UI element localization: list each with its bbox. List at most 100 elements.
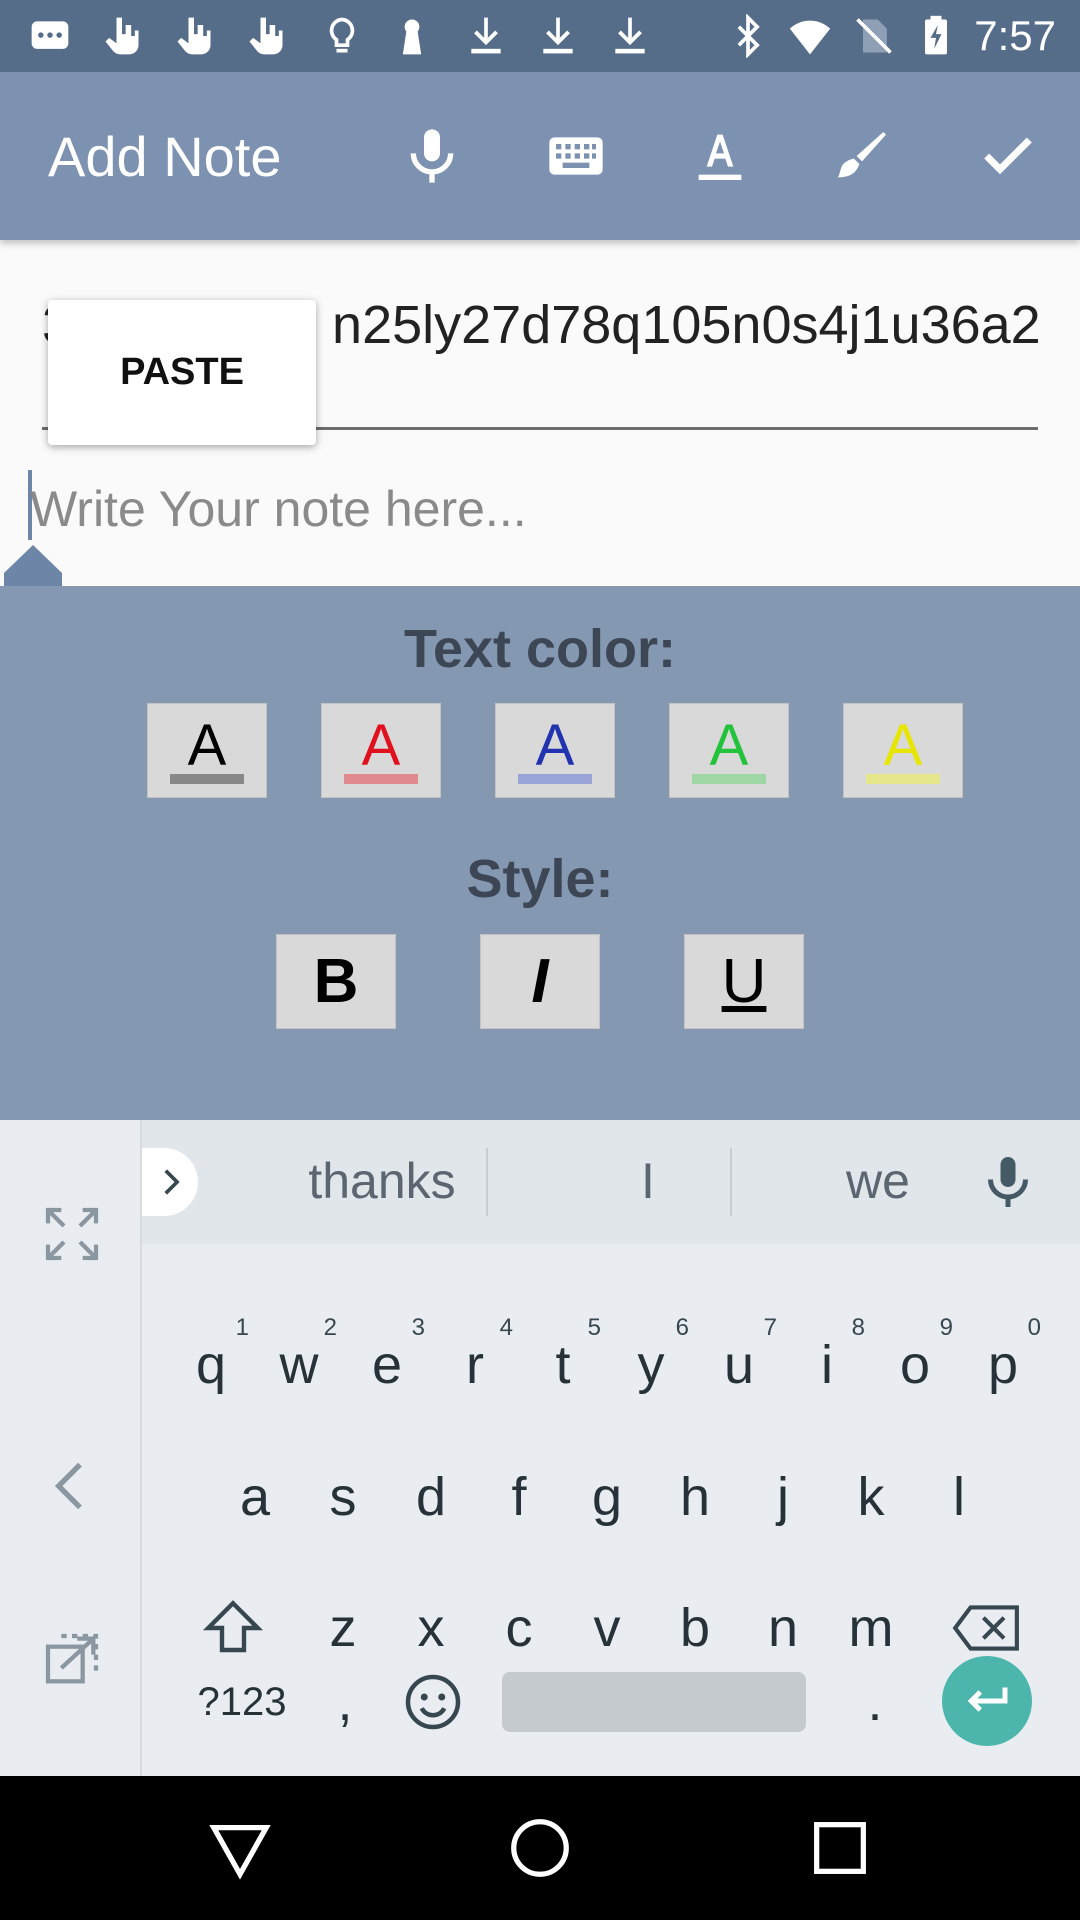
chevron-left-icon	[54, 1462, 82, 1510]
open-external-icon	[45, 1633, 99, 1684]
key-l[interactable]: l	[915, 1442, 1003, 1552]
key-c[interactable]: c	[475, 1573, 563, 1683]
key-label: y	[637, 1335, 665, 1395]
key-s[interactable]: s	[299, 1442, 387, 1552]
key-a[interactable]: a	[211, 1442, 299, 1552]
period-key[interactable]: .	[832, 1647, 918, 1757]
key-hint: 1	[235, 1314, 249, 1341]
key-hint: 8	[851, 1314, 865, 1341]
emoji-key[interactable]	[388, 1647, 478, 1757]
color-green-button[interactable]: A	[669, 703, 789, 798]
paste-button[interactable]: PASTE	[48, 300, 316, 445]
key-hint: 7	[763, 1314, 777, 1341]
suggestion-divider	[730, 1148, 732, 1216]
key-t[interactable]: t5	[519, 1310, 607, 1420]
color-black-button[interactable]: A	[147, 703, 267, 798]
recents-square-icon	[814, 1822, 866, 1874]
color-red-button[interactable]: A	[321, 703, 441, 798]
expand-suggestions-button[interactable]	[142, 1148, 198, 1216]
key-i[interactable]: i8	[783, 1310, 871, 1420]
battery-charging-icon	[914, 14, 958, 58]
key-hint: 3	[411, 1314, 425, 1341]
back-button[interactable]	[30, 1444, 114, 1528]
key-b[interactable]: b	[651, 1573, 739, 1683]
space-key[interactable]	[502, 1672, 806, 1732]
symbols-key[interactable]: ?123	[180, 1647, 304, 1757]
status-time: 7:57	[974, 12, 1056, 59]
bluetooth-icon	[726, 14, 770, 58]
color-letter: A	[883, 713, 923, 778]
nav-home-button[interactable]	[498, 1806, 582, 1890]
save-button[interactable]	[968, 116, 1048, 196]
color-underline	[170, 774, 244, 784]
key-q[interactable]: q1	[167, 1310, 255, 1420]
key-hint: 6	[675, 1314, 689, 1341]
color-letter: A	[535, 713, 575, 778]
text-color-icon	[698, 134, 742, 180]
navigation-bar	[0, 1776, 1080, 1920]
text-color-heading: Text color:	[403, 619, 677, 679]
suggestion-item[interactable]: I	[548, 1152, 748, 1210]
color-letter: A	[187, 713, 227, 778]
key-e[interactable]: e3	[343, 1310, 431, 1420]
key-f[interactable]: f	[475, 1442, 563, 1552]
underline-button[interactable]: U	[684, 934, 804, 1029]
bold-button[interactable]: B	[276, 934, 396, 1029]
text-color-button[interactable]	[680, 116, 760, 196]
voice-typing-button[interactable]	[978, 1150, 1038, 1214]
style-heading: Style:	[466, 849, 614, 909]
format-panel: Text color: A A A A A Style: B I U	[0, 586, 1080, 1120]
brush-button[interactable]	[822, 116, 902, 196]
key-k[interactable]: k	[827, 1442, 915, 1552]
key-p[interactable]: p0	[959, 1310, 1047, 1420]
key-h[interactable]: h	[651, 1442, 739, 1552]
key-y[interactable]: y6	[607, 1310, 695, 1420]
voice-input-button[interactable]	[392, 116, 472, 196]
key-w[interactable]: w2	[255, 1310, 343, 1420]
color-blue-button[interactable]: A	[495, 703, 615, 798]
key-label: w	[279, 1335, 319, 1395]
keyboard-button[interactable]	[536, 116, 616, 196]
touch-icon	[244, 14, 288, 58]
color-yellow-button[interactable]: A	[843, 703, 963, 798]
fullscreen-button[interactable]	[30, 1192, 114, 1276]
key-g[interactable]: g	[563, 1442, 651, 1552]
enter-key[interactable]	[942, 1656, 1032, 1746]
suggestion-strip: thanks I we	[142, 1120, 1080, 1244]
keyhole-icon	[390, 14, 434, 58]
key-j[interactable]: j	[739, 1442, 827, 1552]
lightbulb-icon	[320, 14, 364, 58]
backspace-icon	[952, 1605, 1019, 1651]
key-d[interactable]: d	[387, 1442, 475, 1552]
suggestion-item[interactable]: we	[778, 1152, 978, 1210]
key-label: i	[821, 1335, 833, 1395]
key-hint: 4	[499, 1314, 513, 1341]
key-label: q	[195, 1335, 227, 1395]
no-sim-icon	[852, 14, 896, 58]
key-r[interactable]: r4	[431, 1310, 519, 1420]
key-o[interactable]: o9	[871, 1310, 959, 1420]
color-letter: A	[361, 713, 401, 778]
key-hint: 0	[1027, 1314, 1041, 1341]
key-u[interactable]: u7	[695, 1310, 783, 1420]
download-icon	[536, 14, 580, 58]
status-bar: 7:57	[0, 0, 1080, 72]
keyboard-side-panel	[0, 1120, 142, 1776]
suggestion-item[interactable]: thanks	[282, 1152, 482, 1210]
nav-recents-button[interactable]	[798, 1806, 882, 1890]
floating-keyboard-button[interactable]	[30, 1618, 114, 1702]
key-label: p	[987, 1335, 1019, 1395]
home-circle-icon	[511, 1819, 569, 1877]
color-underline	[518, 774, 592, 784]
italic-button[interactable]: I	[480, 934, 600, 1029]
cursor-handle[interactable]	[4, 545, 62, 587]
key-hint: 2	[323, 1314, 337, 1341]
note-field[interactable]: Write Your note here...	[28, 470, 1048, 580]
comma-key[interactable]: ,	[300, 1647, 390, 1757]
chevron-right-icon	[164, 1169, 180, 1195]
touch-icon	[172, 14, 216, 58]
key-v[interactable]: v	[563, 1573, 651, 1683]
expand-icon	[45, 1207, 99, 1261]
key-n[interactable]: n	[739, 1573, 827, 1683]
nav-back-button[interactable]	[198, 1806, 282, 1890]
